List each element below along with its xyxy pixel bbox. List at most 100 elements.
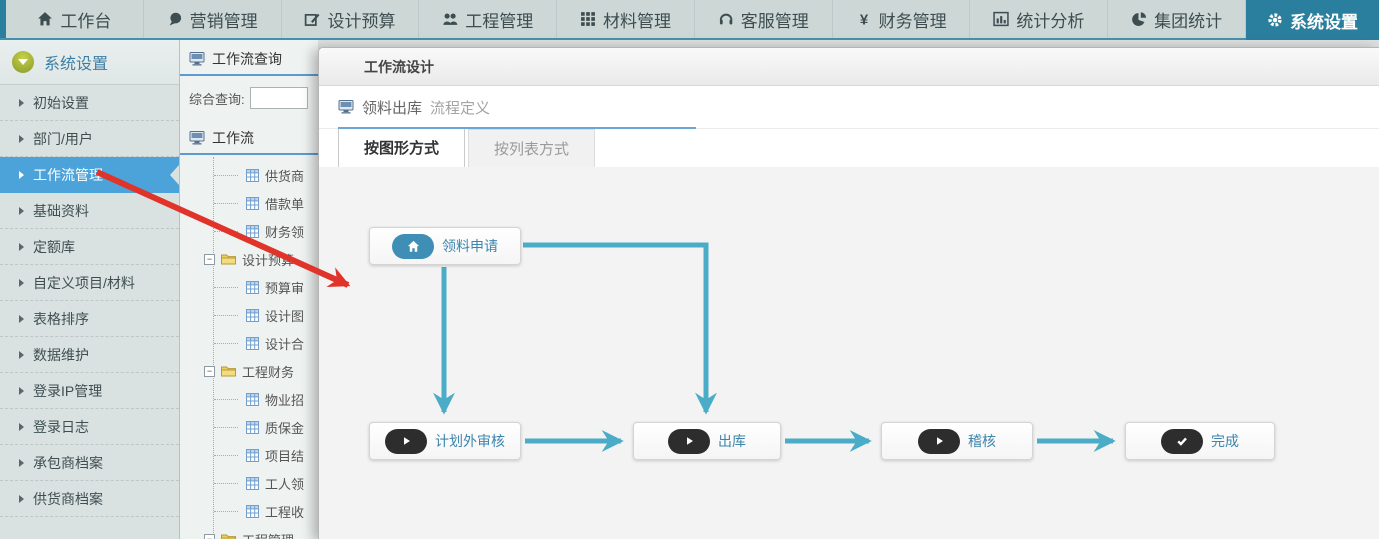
sidebar-item-custom-items[interactable]: 自定义项目/材料 xyxy=(0,265,179,301)
monitor-icon xyxy=(189,52,205,66)
view-tabs: 按图形方式 按列表方式 xyxy=(319,129,1379,167)
tree-item[interactable]: 工程收 xyxy=(180,497,318,525)
sidebar-title: 系统设置 xyxy=(44,50,108,74)
tree-item[interactable]: 借款单 xyxy=(180,189,318,217)
table-icon xyxy=(246,505,259,518)
sidebar-item-data-maintenance[interactable]: 数据维护 xyxy=(0,337,179,373)
caret-right-icon xyxy=(19,243,24,251)
sidebar-item-login-log[interactable]: 登录日志 xyxy=(0,409,179,445)
tree-folder[interactable]: −设计预算 xyxy=(180,245,318,273)
pie-chart-icon xyxy=(1131,11,1147,27)
sidebar-item-login-ip[interactable]: 登录IP管理 xyxy=(0,373,179,409)
chevron-down-icon xyxy=(12,51,34,73)
home-icon xyxy=(37,11,53,27)
play-icon xyxy=(918,429,960,454)
sidebar-accordion-header[interactable]: 系统设置 xyxy=(0,40,179,85)
tree-item[interactable]: 工人领 xyxy=(180,469,318,497)
monitor-icon xyxy=(338,100,354,114)
nav-item-system-settings[interactable]: 系统设置 xyxy=(1246,0,1379,40)
nav-item-design-budget[interactable]: 设计预算 xyxy=(282,0,420,38)
gear-icon xyxy=(1267,12,1283,28)
search-label: 综合查询: xyxy=(189,89,245,108)
flow-node-complete[interactable]: 完成 xyxy=(1125,422,1275,460)
table-icon xyxy=(246,477,259,490)
table-icon xyxy=(246,197,259,210)
caret-right-icon xyxy=(19,495,24,503)
tree-item[interactable]: 设计合 xyxy=(180,329,318,357)
tree-item[interactable]: 财务领 xyxy=(180,217,318,245)
flow-node-unplanned-review[interactable]: 计划外审核 xyxy=(369,422,521,460)
flow-node-audit[interactable]: 稽核 xyxy=(881,422,1033,460)
nav-item-marketing[interactable]: 营销管理 xyxy=(144,0,282,38)
chat-icon xyxy=(167,11,183,27)
panel-title: 工作流设计 xyxy=(319,48,1379,86)
caret-right-icon xyxy=(19,459,24,467)
folder-icon xyxy=(221,365,236,377)
nav-item-workbench[interactable]: 工作台 xyxy=(6,0,144,38)
collapse-icon[interactable]: − xyxy=(204,366,215,377)
tab-list-view[interactable]: 按列表方式 xyxy=(468,129,595,167)
sidebar-item-quota-library[interactable]: 定额库 xyxy=(0,229,179,265)
table-icon xyxy=(246,169,259,182)
table-icon xyxy=(246,225,259,238)
flow-node-material-request[interactable]: 领料申请 xyxy=(369,227,521,265)
play-icon xyxy=(385,429,427,454)
table-icon xyxy=(246,449,259,462)
flow-name: 领料出库 xyxy=(362,97,422,118)
sidebar-item-table-sort[interactable]: 表格排序 xyxy=(0,301,179,337)
sidebar-item-initial-settings[interactable]: 初始设置 xyxy=(0,85,179,121)
caret-right-icon xyxy=(19,351,24,359)
tree-panel-title: 工作流 xyxy=(180,119,318,155)
monitor-icon xyxy=(189,131,205,145)
nav-item-engineering[interactable]: 工程管理 xyxy=(419,0,557,38)
tree-item[interactable]: 供货商 xyxy=(180,161,318,189)
table-icon xyxy=(246,337,259,350)
play-icon xyxy=(668,429,710,454)
caret-right-icon xyxy=(19,279,24,287)
tree-item[interactable]: 项目结 xyxy=(180,441,318,469)
diagram-canvas[interactable]: 领料申请 计划外审核 出库 稽核 完成 xyxy=(319,167,1379,539)
table-icon xyxy=(246,421,259,434)
nav-item-group-stats[interactable]: 集团统计 xyxy=(1108,0,1246,38)
nav-item-customer-service[interactable]: 客服管理 xyxy=(695,0,833,38)
tree-folder[interactable]: −工程管理 xyxy=(180,525,318,539)
nav-item-statistics[interactable]: 统计分析 xyxy=(970,0,1108,38)
tree-item[interactable]: 物业招 xyxy=(180,385,318,413)
nav-item-finance[interactable]: 财务管理 xyxy=(833,0,971,38)
users-icon xyxy=(442,11,458,27)
edit-icon xyxy=(304,11,320,27)
yen-icon xyxy=(856,11,872,27)
sidebar-item-dept-users[interactable]: 部门/用户 xyxy=(0,121,179,157)
tab-graphic-view[interactable]: 按图形方式 xyxy=(338,127,465,167)
flow-arrows xyxy=(319,167,1379,539)
folder-icon xyxy=(221,533,236,539)
collapse-icon[interactable]: − xyxy=(204,534,215,539)
sidebar-item-supplier-archive[interactable]: 供货商档案 xyxy=(0,481,179,517)
workflow-query-panel: 工作流查询 综合查询: 工作流 供货商 借款单 财务领 −设计预算 预算审 设计… xyxy=(180,40,318,539)
sidebar-item-workflow-mgmt[interactable]: 工作流管理 xyxy=(0,157,179,193)
tree-item[interactable]: 设计图 xyxy=(180,301,318,329)
table-icon xyxy=(246,393,259,406)
home-icon xyxy=(392,234,434,259)
caret-right-icon xyxy=(19,99,24,107)
tree-item[interactable]: 预算审 xyxy=(180,273,318,301)
nav-item-materials[interactable]: 材料管理 xyxy=(557,0,695,38)
tree-folder[interactable]: −工程财务 xyxy=(180,357,318,385)
caret-right-icon xyxy=(19,315,24,323)
collapse-icon[interactable]: − xyxy=(204,254,215,265)
table-icon xyxy=(246,309,259,322)
headset-icon xyxy=(718,11,734,27)
workflow-design-panel: 工作流设计 领料出库 流程定义 按图形方式 按列表方式 领料申请 xyxy=(318,47,1379,539)
caret-right-icon xyxy=(19,207,24,215)
flow-node-outbound[interactable]: 出库 xyxy=(633,422,781,460)
sidebar-item-contractor-archive[interactable]: 承包商档案 xyxy=(0,445,179,481)
top-nav: 工作台 营销管理 设计预算 工程管理 材料管理 客服管理 财务管理 统计分析 集… xyxy=(0,0,1379,40)
search-input[interactable] xyxy=(250,87,308,109)
folder-icon xyxy=(221,253,236,265)
flow-definition-header: 领料出库 流程定义 xyxy=(319,86,1379,129)
query-panel-title: 工作流查询 xyxy=(180,40,318,76)
tree-item[interactable]: 质保金 xyxy=(180,413,318,441)
caret-right-icon xyxy=(19,135,24,143)
sidebar-item-basic-data[interactable]: 基础资料 xyxy=(0,193,179,229)
flow-suffix: 流程定义 xyxy=(430,97,490,118)
